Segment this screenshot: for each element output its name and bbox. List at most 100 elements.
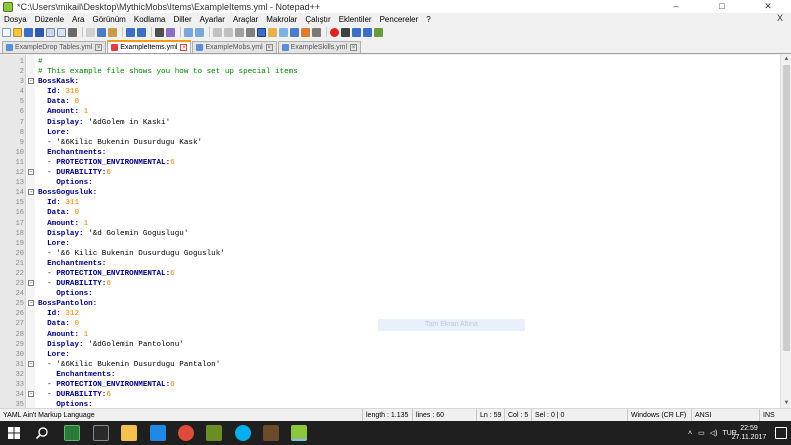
minimize-button[interactable]: – (653, 0, 699, 13)
scroll-thumb[interactable] (783, 65, 790, 351)
skype-icon[interactable] (235, 425, 251, 441)
code-line[interactable]: 14− BossGogusluk: (0, 188, 780, 198)
code-line[interactable]: 10 Enchantments: (0, 148, 780, 158)
close-file-icon[interactable] (46, 27, 55, 37)
tab-close-icon[interactable]: × (350, 44, 358, 51)
code-line[interactable]: 1 # (0, 57, 780, 67)
tray-chevron-up-icon[interactable]: ˄ (688, 430, 692, 437)
cut-icon[interactable] (86, 27, 95, 37)
code-line[interactable]: 20 - '&6 Kilic Bukenin Dusurdugu Goguslu… (0, 249, 780, 259)
play-multiple-macro-icon[interactable] (363, 27, 372, 37)
code-line[interactable]: 24 Options: (0, 289, 780, 299)
chest-app-icon[interactable] (263, 425, 279, 441)
code-line[interactable]: 32 Enchantments: (0, 370, 780, 380)
tab-exampleitems[interactable]: ExampleItems.yml × (107, 40, 192, 53)
close-all-icon[interactable] (57, 27, 66, 37)
language-icon[interactable] (268, 27, 277, 37)
open-file-icon[interactable] (13, 27, 22, 37)
menu-diller[interactable]: Diller (169, 15, 195, 24)
code-line[interactable]: 13 Options: (0, 178, 780, 188)
code-line[interactable]: 6 Amount: 1 (0, 107, 780, 117)
tab-exampleskills[interactable]: ExampleSkills.yml × (277, 41, 362, 53)
notepadpp-taskbar-icon[interactable] (291, 425, 307, 441)
save-icon[interactable] (24, 27, 33, 37)
menu-ara[interactable]: Ara (68, 15, 88, 24)
folder-as-workspace-icon[interactable] (301, 27, 310, 37)
code-line[interactable]: 22 - PROTECTION_ENVIRONMENTAL:6 (0, 269, 780, 279)
zoom-in-icon[interactable] (184, 27, 193, 37)
word-wrap-icon[interactable] (235, 27, 244, 37)
undo-icon[interactable] (126, 27, 135, 37)
redo-icon[interactable] (137, 27, 146, 37)
code-line[interactable]: 5 Data: 0 (0, 97, 780, 107)
menu-araclar[interactable]: Araçlar (229, 15, 262, 24)
fold-minus-icon[interactable]: − (28, 300, 34, 307)
camtasia-icon[interactable] (64, 425, 80, 441)
find-icon[interactable] (155, 27, 164, 37)
action-center-icon[interactable] (775, 427, 787, 439)
code-line[interactable]: 11 - PROTECTION_ENVIRONMENTAL:6 (0, 158, 780, 168)
sync-scroll-v-icon[interactable] (213, 27, 222, 37)
code-line[interactable]: 12− - DURABILITY:6 (0, 168, 780, 178)
code-line[interactable]: 19 Lore: (0, 239, 780, 249)
edge-icon[interactable] (150, 425, 166, 441)
code-line[interactable]: 28 Amount: 1 (0, 330, 780, 340)
fold-minus-icon[interactable]: − (28, 169, 34, 176)
code-line[interactable]: 31− - '&6Kilic Bukenin Dusurdugu Pantalo… (0, 360, 780, 370)
monitoring-icon[interactable] (312, 27, 321, 37)
vertical-scrollbar[interactable]: ▲ ▼ (780, 55, 791, 408)
tab-close-icon[interactable]: × (265, 44, 273, 51)
print-icon[interactable] (68, 27, 77, 37)
taskbar-clock[interactable]: 22:59 27.11.2017 (729, 424, 769, 442)
windows-start-icon[interactable] (6, 425, 22, 441)
code-line[interactable]: 21 Enchantments: (0, 259, 780, 269)
code-line[interactable]: 35 Options: (0, 400, 780, 408)
chrome-icon[interactable] (178, 425, 194, 441)
function-list-icon[interactable] (290, 27, 299, 37)
play-macro-icon[interactable] (352, 27, 361, 37)
code-line[interactable]: 4 Id: 310 (0, 87, 780, 97)
code-line[interactable]: 18 Display: '&d Golemin Goguslugu' (0, 229, 780, 239)
menu-duzenle[interactable]: Düzenle (31, 15, 68, 24)
save-macro-icon[interactable] (374, 27, 383, 37)
code-line[interactable]: 23− - DURABILITY:6 (0, 279, 780, 289)
code-editor[interactable]: 1 #2 # This example file shows you how to … (0, 55, 780, 408)
record-macro-icon[interactable] (330, 27, 339, 37)
menu-calistir[interactable]: Çalıştır (301, 15, 334, 24)
code-line[interactable]: 7 Display: '&dGolem in Kaski' (0, 118, 780, 128)
menu-ayarlar[interactable]: Ayarlar (196, 15, 229, 24)
code-line[interactable]: 8 Lore: (0, 128, 780, 138)
zoom-out-icon[interactable] (195, 27, 204, 37)
maximize-button[interactable]: □ (699, 0, 745, 13)
tab-close-icon[interactable]: × (95, 44, 103, 51)
fold-minus-icon[interactable]: − (28, 280, 34, 287)
menu-pencereler[interactable]: Pencereler (376, 15, 423, 24)
minecraft-icon[interactable] (206, 425, 222, 441)
code-line[interactable]: 33 - PROTECTION_ENVIRONMENTAL:6 (0, 380, 780, 390)
code-line[interactable]: 15 Id: 311 (0, 198, 780, 208)
menu-gorunum[interactable]: Görünüm (89, 15, 130, 24)
save-all-icon[interactable] (35, 27, 44, 37)
menu-help[interactable]: ? (422, 15, 434, 24)
tools-icon[interactable] (93, 425, 109, 441)
menu-dosya[interactable]: Dosya (0, 15, 31, 24)
tray-network-icon[interactable]: ▭ (698, 429, 705, 437)
tray-volume-icon[interactable]: ◁) (710, 429, 718, 437)
stop-macro-icon[interactable] (341, 27, 350, 37)
fold-minus-icon[interactable]: − (28, 360, 34, 367)
fold-minus-icon[interactable]: − (28, 78, 34, 85)
show-all-chars-icon[interactable] (246, 27, 255, 37)
search-icon[interactable] (34, 425, 50, 441)
code-lines[interactable]: 1 #2 # This example file shows you how to … (0, 57, 780, 408)
code-line[interactable]: 2 # This example file shows you how to se… (0, 67, 780, 77)
fold-minus-icon[interactable]: − (28, 189, 34, 196)
doc-map-icon[interactable] (279, 27, 288, 37)
close-window-button[interactable]: ✕ (745, 0, 791, 13)
tab-close-icon[interactable]: × (180, 44, 188, 51)
close-document-button[interactable]: X (777, 13, 783, 23)
menu-eklentiler[interactable]: Eklentiler (335, 15, 376, 24)
sync-scroll-h-icon[interactable] (224, 27, 233, 37)
scroll-up-icon[interactable]: ▲ (783, 56, 790, 63)
tab-examplemobs[interactable]: ExampleMobs.yml × (192, 41, 277, 53)
code-line[interactable]: 3− BossKask: (0, 77, 780, 87)
